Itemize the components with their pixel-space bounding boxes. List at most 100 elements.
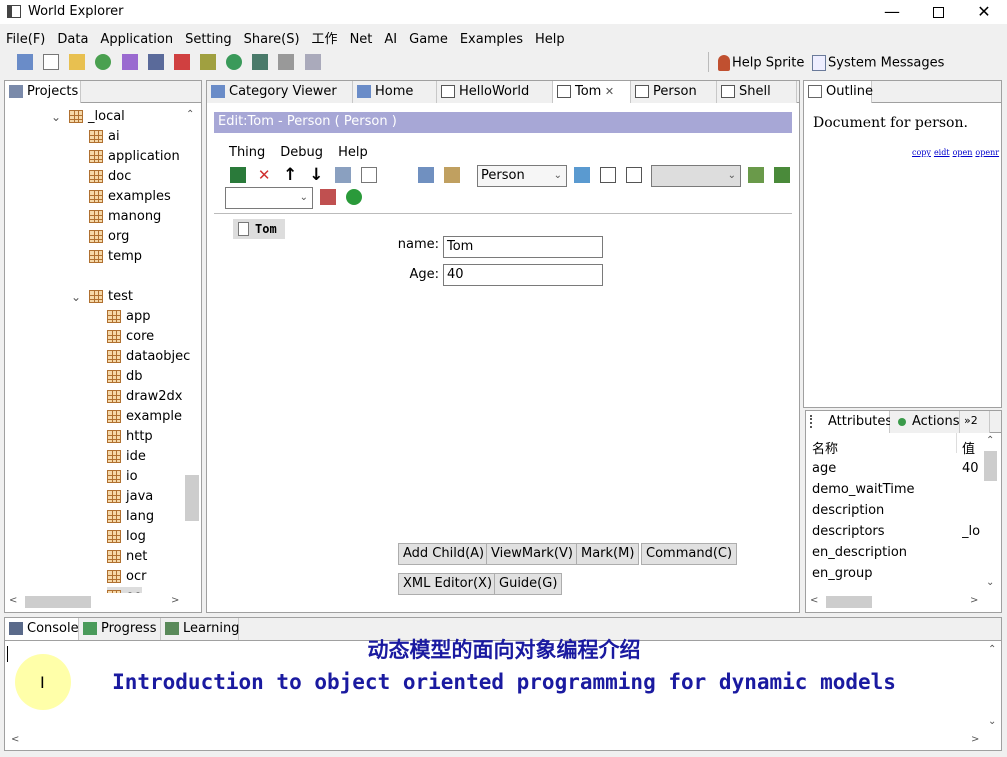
person-select[interactable]: Person ⌄ — [477, 165, 567, 187]
console-scroll-up-icon[interactable]: ⌃ — [988, 644, 996, 655]
outline-link[interactable]: open — [953, 148, 973, 157]
web-icon[interactable] — [226, 54, 243, 70]
monitor-icon[interactable] — [147, 54, 164, 70]
tree-item[interactable]: application — [89, 147, 180, 167]
console-scroll-right-icon[interactable]: > — [971, 734, 979, 745]
menu-item-10[interactable]: Help — [529, 30, 571, 47]
tab-editor-0[interactable]: Category Viewer — [207, 81, 353, 103]
image-icon[interactable] — [121, 54, 138, 70]
attr-hscrollbar-thumb[interactable] — [826, 596, 872, 608]
command-button[interactable]: Command(C) — [641, 543, 738, 565]
thing-node[interactable]: Tom — [233, 219, 285, 239]
attr-scrollbar-thumb[interactable] — [984, 451, 997, 481]
tree-scrollbar-thumb[interactable] — [185, 475, 199, 521]
menu-item-6[interactable]: Net — [344, 30, 379, 47]
tab-actions[interactable]: Actions — [890, 411, 960, 433]
mark-button[interactable]: Mark(M) — [576, 543, 640, 565]
run-plugin-icon[interactable] — [774, 167, 791, 183]
tree-item[interactable]: example — [107, 407, 182, 427]
attr-scroll-up-icon[interactable]: ⌃ — [986, 435, 994, 446]
tree-item[interactable]: ide — [107, 447, 146, 467]
tab-editor-3[interactable]: Tom ✕ — [553, 81, 631, 103]
tree-item[interactable]: ai — [89, 127, 120, 147]
descriptor-icon[interactable] — [444, 167, 461, 183]
close-tab-icon[interactable]: ✕ — [601, 85, 614, 98]
menu-item-9[interactable]: Examples — [454, 30, 529, 47]
plugin-icon[interactable] — [748, 167, 764, 183]
editor-menu-item[interactable]: Debug — [280, 145, 323, 160]
attr-scroll-right-icon[interactable]: > — [970, 595, 978, 606]
guide-button[interactable]: Guide(G) — [494, 573, 563, 595]
attr-row-value[interactable] — [962, 542, 980, 563]
tree-item[interactable]: temp — [89, 247, 142, 267]
scroll-right-icon[interactable]: > — [171, 595, 179, 606]
system-messages-button[interactable]: System Messages — [812, 55, 944, 71]
attr-row-name[interactable]: age — [812, 458, 836, 479]
attr-row-value[interactable] — [962, 479, 980, 500]
tree-item[interactable]: net — [107, 547, 147, 567]
print-icon[interactable] — [278, 54, 295, 70]
tree-item[interactable]: lang — [107, 507, 154, 527]
class-icon[interactable] — [418, 167, 434, 183]
debug-icon[interactable] — [320, 189, 336, 205]
tree-item[interactable]: java — [107, 487, 153, 507]
close-icon[interactable]: ✕ — [961, 0, 1007, 24]
tab-overflow[interactable]: »2 — [960, 411, 990, 433]
attr-row-name[interactable]: en_description — [812, 542, 907, 563]
console-scroll-left-icon[interactable]: < — [11, 734, 19, 745]
xml-icon[interactable] — [360, 167, 377, 183]
tree-item[interactable]: examples — [89, 187, 171, 207]
attr-row-name[interactable]: en_group — [812, 563, 873, 584]
menu-item-5[interactable]: 工作 — [306, 26, 344, 47]
empty-select[interactable]: ⌄ — [651, 165, 741, 187]
screen-icon[interactable] — [252, 54, 269, 70]
close-thing-icon[interactable] — [626, 167, 643, 183]
tab-projects[interactable]: Projects — [5, 81, 81, 103]
move-down-icon[interactable]: ↓ — [308, 167, 324, 184]
sync-icon[interactable] — [574, 167, 590, 183]
tree-item[interactable]: io — [107, 467, 138, 487]
tab-outline[interactable]: Outline — [804, 81, 873, 103]
tree-item[interactable]: oo — [107, 587, 142, 593]
add-child-button[interactable]: Add Child(A) — [398, 543, 490, 565]
move-up-icon[interactable]: ↑ — [282, 167, 298, 184]
menu-item-2[interactable]: Application — [94, 30, 179, 47]
attr-row-name[interactable]: descriptors — [812, 521, 885, 542]
tab-attributes[interactable]: Attributes — [806, 411, 892, 433]
xml-editor-button[interactable]: XML Editor(X) — [398, 573, 498, 595]
attr-row-value[interactable]: 40 — [962, 458, 980, 479]
menu-item-0[interactable]: File(F) — [0, 30, 51, 47]
outline-link[interactable]: copy — [912, 148, 931, 157]
tree-item-test[interactable]: ⌄ test — [71, 287, 133, 307]
tree-item[interactable]: app — [107, 307, 150, 327]
attr-row-name[interactable]: demo_waitTime — [812, 479, 915, 500]
delete-icon[interactable]: ✕ — [256, 167, 272, 183]
viewmark-button[interactable]: ViewMark(V) — [486, 543, 578, 565]
tree-item[interactable]: core — [107, 327, 154, 347]
attr-row-value[interactable]: _loc — [962, 521, 980, 542]
expand-chevron-icon[interactable]: ⌄ — [71, 287, 81, 307]
tab-editor-4[interactable]: Person — [631, 81, 717, 103]
play-icon[interactable] — [346, 189, 363, 205]
tree-item[interactable]: db — [107, 367, 143, 387]
pdf-icon[interactable] — [173, 54, 190, 70]
menu-item-8[interactable]: Game — [403, 30, 454, 47]
menu-item-1[interactable]: Data — [51, 30, 94, 47]
filter-select[interactable]: ⌄ — [225, 187, 313, 209]
minimize-icon[interactable]: — — [869, 0, 915, 24]
attr-row-name[interactable]: description — [812, 500, 884, 521]
console-scroll-down-icon[interactable]: ⌄ — [988, 716, 996, 727]
tab-editor-1[interactable]: Home — [353, 81, 437, 103]
tree-item[interactable]: http — [107, 427, 153, 447]
home-icon[interactable] — [17, 54, 33, 70]
remove-icon[interactable] — [600, 167, 617, 183]
tree-item[interactable]: doc — [89, 167, 131, 187]
tab-editor-5[interactable]: Shell — [717, 81, 797, 103]
attr-row-value[interactable] — [962, 500, 980, 521]
tree-hscrollbar-thumb[interactable] — [25, 596, 91, 608]
outline-link[interactable]: openr — [975, 148, 999, 157]
tree-item[interactable]: draw2dx — [107, 387, 182, 407]
refresh-icon[interactable] — [334, 167, 351, 183]
tree-item[interactable]: ocr — [107, 567, 146, 587]
wand-icon[interactable] — [199, 54, 216, 70]
